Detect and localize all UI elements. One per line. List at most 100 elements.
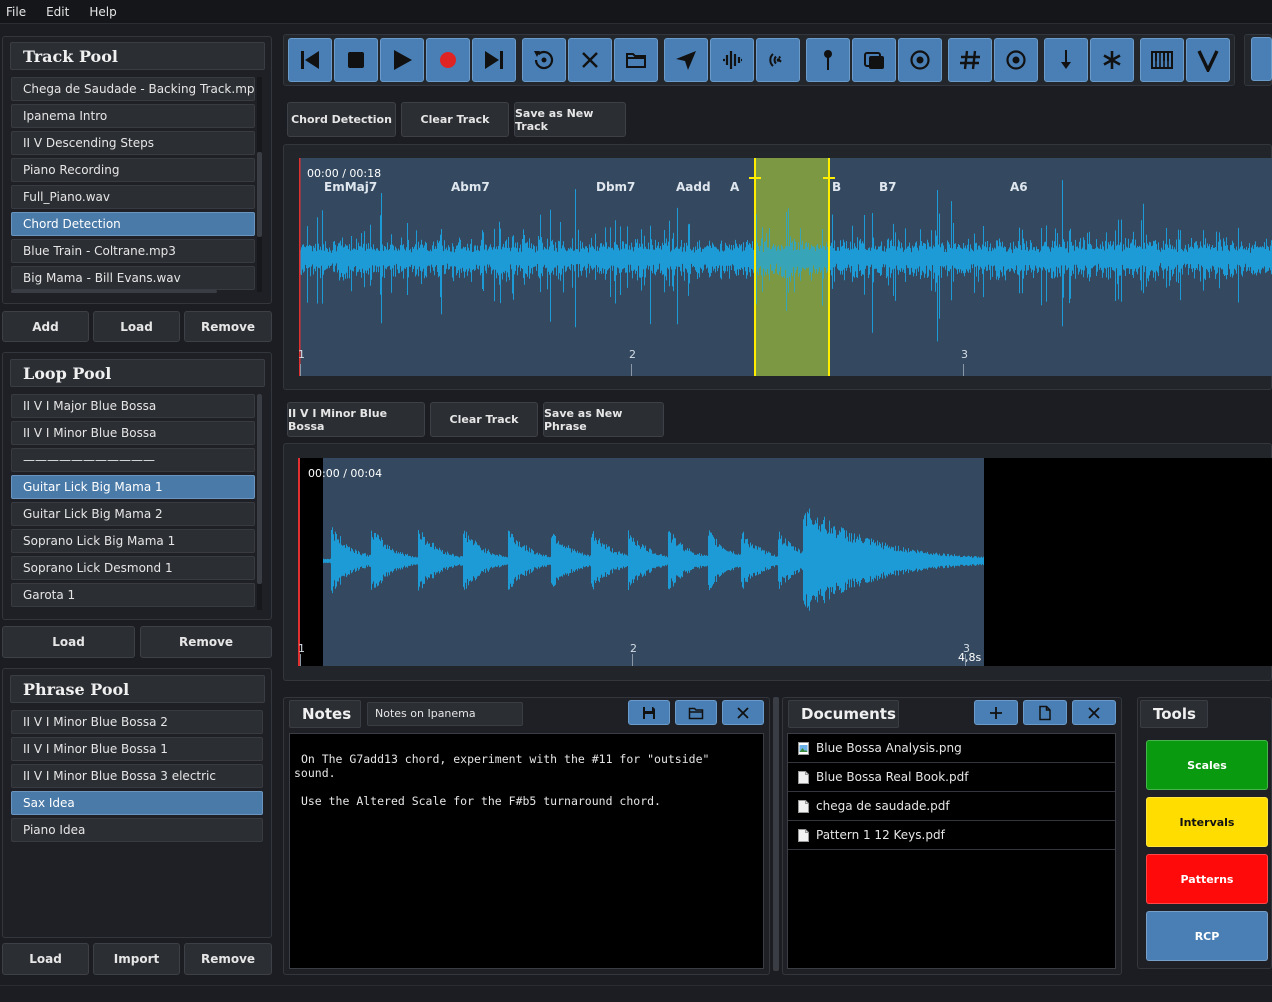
phrase-name-button[interactable]: II V I Minor Blue Bossa: [287, 402, 425, 437]
broadcast-button[interactable]: [756, 38, 800, 82]
save-new-phrase-button[interactable]: Save as New Phrase: [543, 402, 664, 437]
list-item[interactable]: II V I Minor Blue Bossa: [11, 421, 255, 445]
document-item[interactable]: Pattern 1 12 Keys.pdf: [788, 821, 1115, 850]
list-item[interactable]: Garota 1: [11, 583, 255, 607]
notes-name-field[interactable]: Notes on Ipanema: [367, 702, 523, 726]
list-item[interactable]: Ipanema Intro: [11, 104, 255, 128]
notes-close-button[interactable]: [722, 700, 764, 725]
toolbar-more-button[interactable]: [1251, 37, 1272, 81]
track-waveform[interactable]: 00:00 / 00:18 EmMaj7 Abm7 Dbm7 Aadd A B B7 A6 1…: [298, 158, 1272, 376]
list-item[interactable]: II V I Major Blue Bossa: [11, 394, 255, 418]
save-new-track-button[interactable]: Save as New Track: [514, 102, 626, 137]
chord-detection-button[interactable]: Chord Detection: [287, 102, 396, 137]
tool-scales-button[interactable]: Scales: [1146, 740, 1268, 790]
list-item[interactable]: Piano Recording: [11, 158, 255, 182]
menu-help[interactable]: Help: [89, 5, 116, 19]
close-icon: [737, 706, 749, 719]
notes-open-button[interactable]: [675, 700, 717, 725]
list-item[interactable]: Guitar Lick Big Mama 1: [11, 475, 255, 499]
skip-forward-button[interactable]: [472, 38, 516, 82]
list-item[interactable]: Piano Idea: [11, 818, 263, 842]
play-button[interactable]: [380, 38, 424, 82]
layers-button[interactable]: [852, 38, 896, 82]
piano-keys-button[interactable]: [1140, 38, 1184, 82]
list-item[interactable]: Sax Idea: [11, 791, 263, 815]
tools-title: Tools: [1140, 700, 1208, 728]
pdf-file-icon: [798, 770, 809, 784]
loop-icon: [534, 50, 554, 70]
tool-rcp-button[interactable]: RCP: [1146, 911, 1268, 961]
splitter-handle[interactable]: [773, 697, 779, 971]
waveform-icon: [723, 51, 742, 69]
menu-edit[interactable]: Edit: [46, 5, 69, 19]
document-item[interactable]: Blue Bossa Real Book.pdf: [788, 763, 1115, 792]
loop-button[interactable]: [522, 38, 566, 82]
list-item[interactable]: II V I Minor Blue Bossa 3 electric: [11, 764, 263, 788]
list-item[interactable]: Soprano Lick Big Mama 1: [11, 529, 255, 553]
pin-button[interactable]: [806, 38, 850, 82]
phrase-clear-track-button[interactable]: Clear Track: [430, 402, 538, 437]
eye-button[interactable]: [898, 38, 942, 82]
clear-track-button[interactable]: Clear Track: [401, 102, 509, 137]
phrase-load-button[interactable]: Load: [2, 943, 89, 975]
list-item[interactable]: II V I Minor Blue Bossa 2: [11, 710, 263, 734]
documents-close-button[interactable]: [1072, 700, 1116, 725]
record-button[interactable]: [426, 38, 470, 82]
skip-back-button[interactable]: [288, 38, 332, 82]
loop-remove-button[interactable]: Remove: [140, 626, 272, 658]
v-button[interactable]: [1186, 38, 1230, 82]
asterisk-button[interactable]: [1090, 38, 1134, 82]
chord-label: A6: [1010, 180, 1028, 194]
waveform-button[interactable]: [710, 38, 754, 82]
documents-add-button[interactable]: [974, 700, 1018, 725]
document-item[interactable]: Blue Bossa Analysis.png: [788, 734, 1115, 763]
list-item[interactable]: ———————————: [11, 448, 255, 472]
document-name: chega de saudade.pdf: [816, 799, 950, 813]
track-add-button[interactable]: Add: [2, 311, 89, 342]
loop-load-button[interactable]: Load: [2, 626, 135, 658]
notes-textarea[interactable]: On The G7add13 chord, experiment with th…: [289, 733, 764, 969]
chord-label: Aadd: [676, 180, 711, 194]
notes-save-button[interactable]: [628, 700, 670, 725]
visibility-button[interactable]: [994, 38, 1038, 82]
bar-number: 3: [961, 348, 968, 361]
chord-label: EmMaj7: [324, 180, 378, 194]
down-arrow-button[interactable]: [1044, 38, 1088, 82]
down-arrow-icon: [1061, 50, 1071, 69]
documents-list: Blue Bossa Analysis.png Blue Bossa Real B…: [787, 733, 1116, 969]
list-item[interactable]: Chord Detection: [11, 212, 255, 236]
open-folder-button[interactable]: [614, 38, 658, 82]
loop-pool-scrollbar[interactable]: [257, 394, 262, 610]
list-item[interactable]: Blue Train - Coltrane.mp3: [11, 239, 255, 263]
list-item[interactable]: II V Descending Steps: [11, 131, 255, 155]
cancel-button[interactable]: [568, 38, 612, 82]
list-item[interactable]: Big Mama - Bill Evans.wav: [11, 266, 255, 290]
sharp-button[interactable]: [948, 38, 992, 82]
folder-icon: [626, 53, 646, 68]
tool-intervals-button[interactable]: Intervals: [1146, 797, 1268, 847]
tool-patterns-button[interactable]: Patterns: [1146, 854, 1268, 904]
list-item[interactable]: Guitar Lick Big Mama 2: [11, 502, 255, 526]
track-pool-hscrollbar[interactable]: [11, 290, 217, 293]
phrase-remove-button[interactable]: Remove: [184, 943, 272, 975]
phrase-import-button[interactable]: Import: [93, 943, 180, 975]
bar-number: 1: [298, 348, 305, 361]
list-item[interactable]: Chega de Saudade - Backing Track.mp3: [11, 77, 255, 101]
list-item[interactable]: II V I Minor Blue Bossa 1: [11, 737, 263, 761]
status-bar: [0, 985, 1272, 1002]
track-pool-title: Track Pool: [10, 42, 265, 70]
list-item[interactable]: Full_Piano.wav: [11, 185, 255, 209]
documents-file-button[interactable]: [1023, 700, 1067, 725]
track-remove-button[interactable]: Remove: [184, 311, 272, 342]
list-item[interactable]: Soprano Lick Desmond 1: [11, 556, 255, 580]
track-load-button[interactable]: Load: [93, 311, 180, 342]
stop-button[interactable]: [334, 38, 378, 82]
menu-file[interactable]: File: [6, 5, 26, 19]
pin-icon: [824, 50, 832, 70]
send-button[interactable]: [664, 38, 708, 82]
transport-toolbar: [283, 34, 1235, 86]
phrase-waveform[interactable]: [323, 458, 984, 666]
document-item[interactable]: chega de saudade.pdf: [788, 792, 1115, 821]
phrase-waveform-svg: [323, 508, 984, 611]
track-pool-scrollbar[interactable]: [257, 77, 262, 292]
